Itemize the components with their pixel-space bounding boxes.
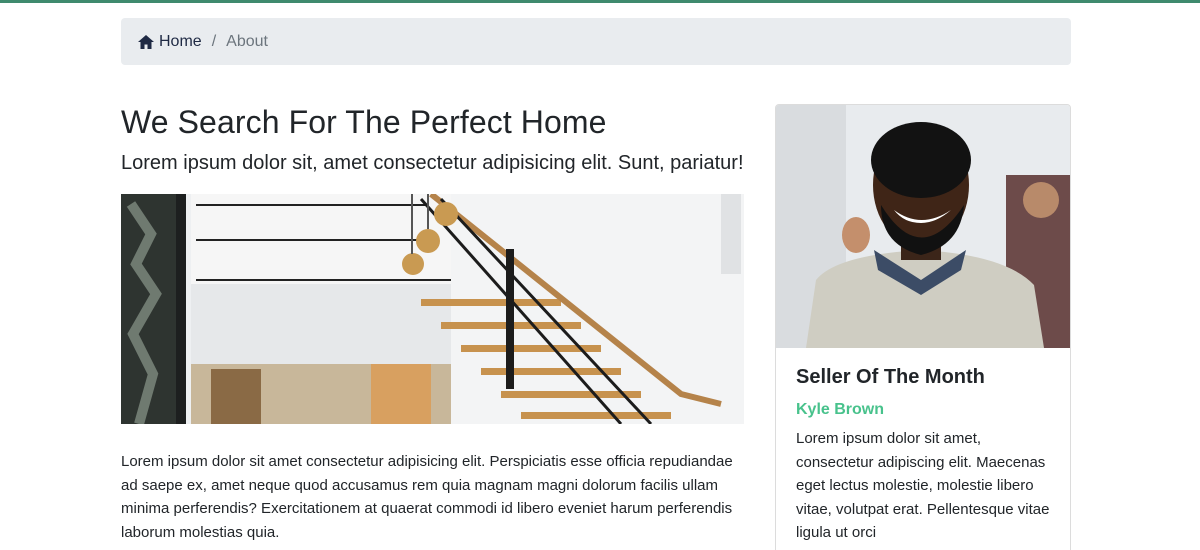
- page-title: We Search For The Perfect Home: [121, 104, 607, 140]
- breadcrumb: Home / About: [121, 18, 1071, 65]
- staircase-image: [121, 194, 744, 424]
- breadcrumb-home-link[interactable]: Home: [137, 33, 202, 51]
- seller-card-text: Lorem ipsum dolor sit amet, consectetur …: [796, 430, 1050, 541]
- breadcrumb-current: About: [226, 32, 268, 50]
- top-accent-strip: [0, 0, 1200, 3]
- seller-name: Kyle Brown: [796, 401, 885, 418]
- page-lead: Lorem ipsum dolor sit, amet consectetur …: [121, 152, 744, 174]
- breadcrumb-home-label: Home: [159, 32, 202, 50]
- seller-card: Seller Of The Month Kyle Brown Lorem ips…: [775, 104, 1071, 550]
- seller-avatar: [776, 105, 1070, 348]
- home-icon: [138, 34, 154, 49]
- seller-card-title: Seller Of The Month: [796, 366, 985, 388]
- page-body-text: Lorem ipsum dolor sit amet consectetur a…: [121, 453, 733, 541]
- breadcrumb-separator: /: [211, 32, 217, 50]
